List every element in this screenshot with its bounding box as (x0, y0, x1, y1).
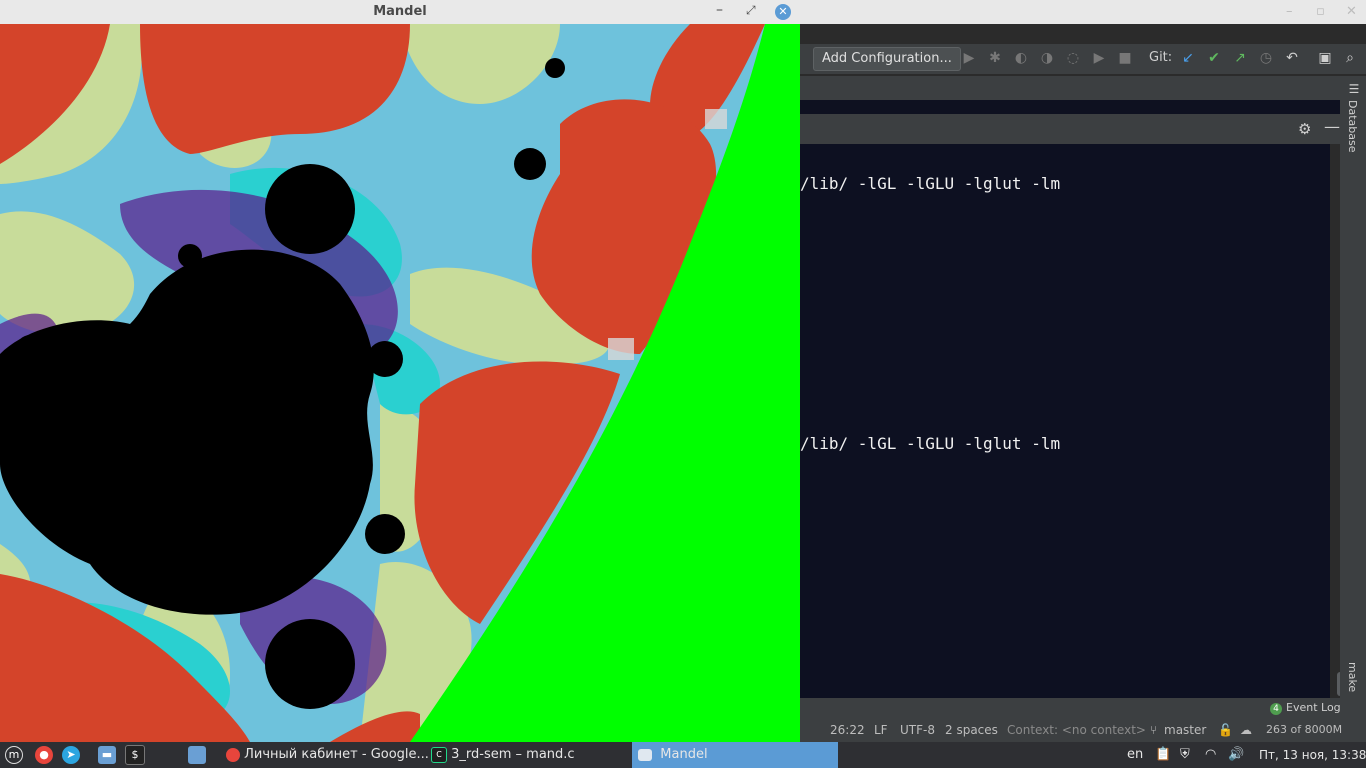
context-indicator[interactable]: Context: <no context> (1007, 723, 1146, 737)
git-commit-icon[interactable]: ✔ (1205, 49, 1223, 67)
run-icon[interactable]: ▶ (960, 49, 978, 67)
taskbar-app-chrome[interactable]: Личный кабинет - Google... (226, 742, 429, 768)
taskbar-app-label: Личный кабинет - Google... (244, 747, 429, 762)
taskbar-app-clion[interactable]: C 3_rd-sem – mand.c (431, 742, 575, 768)
mandel-window: Mandel – ⤢ ✕ (0, 0, 800, 742)
launcher-terminal[interactable]: $ (125, 742, 145, 768)
show-desktop-button[interactable] (188, 742, 206, 768)
ide-maximize-icon[interactable]: ▫ (1316, 4, 1325, 19)
telegram-icon: ➤ (62, 745, 80, 764)
clion-icon: C (431, 746, 447, 763)
launcher-files[interactable]: ▬ (98, 742, 116, 768)
search-icon[interactable]: ⌕ (1341, 49, 1359, 67)
profile-icon[interactable]: ◑ (1038, 49, 1056, 67)
editor-strip (800, 100, 1340, 114)
launcher-chrome[interactable]: ● (35, 742, 53, 768)
git-update-icon[interactable]: ↙ (1179, 49, 1197, 67)
git-branch[interactable]: master (1164, 723, 1206, 737)
mandel-titlebar[interactable]: Mandel – ⤢ ✕ (0, 0, 800, 24)
start-menu-button[interactable]: m (5, 742, 23, 768)
attach-icon[interactable]: ◌ (1064, 49, 1082, 67)
taskbar-app-label: 3_rd-sem – mand.c (451, 747, 575, 762)
launcher-telegram[interactable]: ➤ (62, 742, 80, 768)
database-tab[interactable]: Database (1346, 100, 1359, 153)
terminal-panel[interactable]: /lib/ -lGL -lGLU -lglut -lm /lib/ -lGL -… (800, 144, 1330, 698)
caret-position[interactable]: 26:22 (830, 723, 865, 737)
inspector-icon[interactable]: ☁ (1240, 723, 1252, 737)
event-bar: 4 Event Log (800, 698, 1366, 718)
lock-icon[interactable]: 🔓 (1218, 723, 1233, 737)
terminal-line: /lib/ -lGL -lGLU -lglut -lm (800, 174, 1061, 193)
event-count-badge: 4 (1270, 703, 1282, 715)
shield-icon[interactable]: ⛨ (1180, 742, 1190, 768)
clock[interactable]: Пт, 13 ноя, 13:38 (1259, 742, 1366, 768)
ide-close-icon[interactable]: ✕ (1346, 4, 1357, 19)
database-icon[interactable]: ☰ (1347, 82, 1361, 96)
wifi-icon[interactable]: ◠ (1205, 742, 1216, 768)
mint-logo-icon: m (5, 745, 23, 764)
hide-panel-icon[interactable]: — (1324, 117, 1340, 136)
ide-tabs-bar (800, 76, 1340, 100)
indent-setting[interactable]: 2 spaces (945, 723, 998, 737)
taskbar: m ● ➤ ▬ $ Личный кабинет - Google... C 3… (0, 742, 1366, 768)
taskbar-app-mandel[interactable]: Mandel (632, 742, 838, 768)
keyboard-layout[interactable]: en (1127, 742, 1143, 768)
git-history-icon[interactable]: ◷ (1257, 49, 1275, 67)
file-encoding[interactable]: UTF-8 (900, 723, 935, 737)
terminal-line: /lib/ -lGL -lGLU -lglut -lm (800, 434, 1061, 453)
ide-toolbar: Add Configuration... ▶ ✱ ◐ ◑ ◌ ▶ ■ Git: … (800, 44, 1366, 74)
ide-statusbar: 26:22 LF UTF-8 2 spaces Context: <no con… (800, 718, 1366, 742)
event-log-button[interactable]: 4 Event Log (1270, 701, 1341, 715)
maximize-icon[interactable]: ⤢ (746, 3, 756, 18)
window-icon (638, 748, 652, 761)
debug-icon[interactable]: ✱ (986, 49, 1004, 67)
minimize-icon[interactable]: – (716, 2, 723, 18)
branch-icon: ⑂ (1150, 723, 1158, 737)
terminal-icon: $ (125, 744, 145, 765)
chrome-icon: ● (35, 745, 53, 764)
resume-icon[interactable]: ▶ (1090, 49, 1108, 67)
git-label: Git: (1149, 50, 1173, 65)
folder-icon: ▬ (98, 745, 116, 764)
coverage-icon[interactable]: ◐ (1012, 49, 1030, 67)
layout-icon[interactable]: ▣ (1316, 49, 1334, 67)
mandelbrot-canvas[interactable] (0, 24, 800, 742)
window-title: Mandel (373, 4, 427, 19)
chrome-icon (226, 747, 240, 762)
terminal-scrollbar[interactable] (1330, 144, 1340, 698)
add-configuration-button[interactable]: Add Configuration... (813, 47, 961, 71)
stop-icon[interactable]: ■ (1116, 49, 1134, 67)
git-push-icon[interactable]: ↗ (1231, 49, 1249, 67)
terminal-header: ⚙ — (800, 114, 1340, 144)
right-tool-strip: ☰ Database make (1340, 76, 1366, 698)
gear-icon[interactable]: ⚙ (1298, 120, 1311, 138)
desktop-icon (188, 745, 206, 764)
line-separator[interactable]: LF (874, 723, 888, 737)
memory-indicator[interactable]: 263 of 8000M (1266, 723, 1342, 736)
ide-minimize-icon[interactable]: – (1286, 4, 1293, 19)
make-tab[interactable]: make (1346, 662, 1359, 692)
close-icon[interactable]: ✕ (775, 4, 791, 20)
git-rollback-icon[interactable]: ↶ (1283, 49, 1301, 67)
clipboard-icon[interactable]: 📋 (1155, 742, 1171, 768)
taskbar-app-label: Mandel (660, 747, 708, 762)
volume-icon[interactable]: 🔊 (1228, 742, 1244, 768)
event-log-label: Event Log (1286, 701, 1341, 714)
